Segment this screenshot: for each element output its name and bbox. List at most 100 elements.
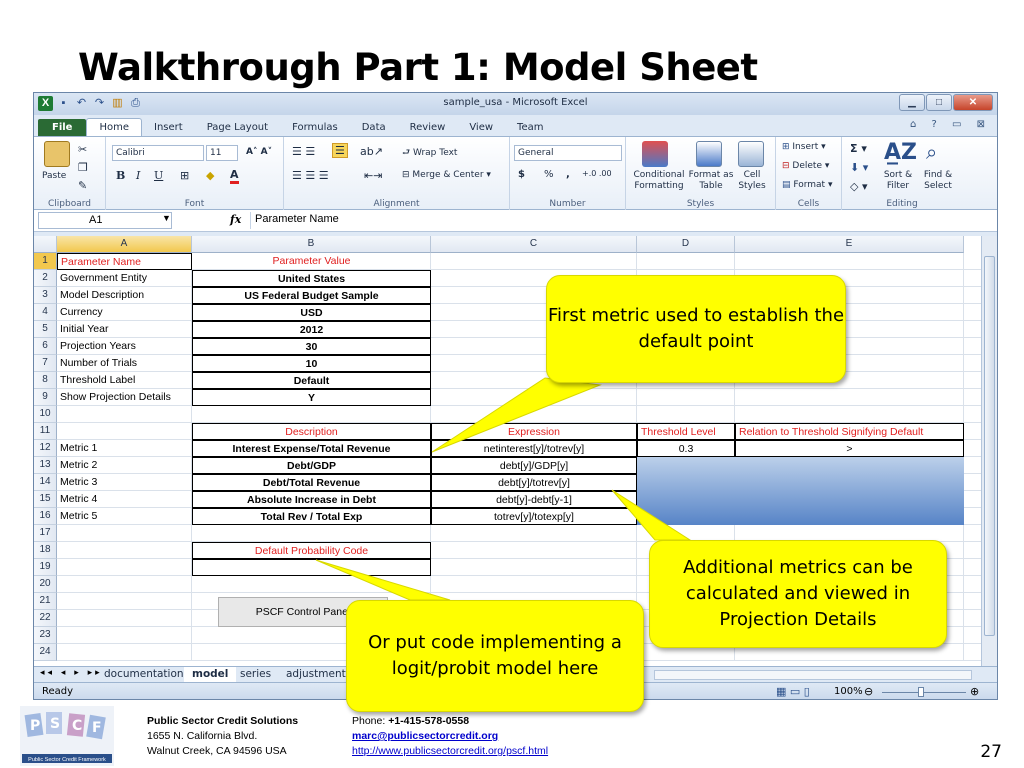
zoom-in-icon[interactable]: ⊕ <box>970 685 979 698</box>
scroll-thumb[interactable] <box>984 256 995 636</box>
website-link[interactable]: http://www.publicsectorcredit.org/pscf.h… <box>352 745 548 757</box>
column-header-e[interactable]: E <box>735 236 964 253</box>
row-header-11[interactable]: 11 <box>34 423 57 440</box>
fx-icon[interactable]: fx <box>230 213 241 226</box>
view-mode-icons[interactable]: ▦ ▭ ▯ <box>776 685 810 698</box>
cell-c16[interactable]: totrev[y]/totexp[y] <box>431 508 637 525</box>
align-middle-icon[interactable]: ☰ <box>332 143 348 158</box>
cell-b14[interactable]: Debt/Total Revenue <box>192 474 431 491</box>
row-header-15[interactable]: 15 <box>34 491 57 508</box>
italic-button[interactable]: I <box>136 169 140 182</box>
cell-a6[interactable]: Projection Years <box>57 338 192 355</box>
row-header-14[interactable]: 14 <box>34 474 57 491</box>
cell-a1[interactable]: Parameter Name <box>57 253 192 270</box>
cell-b4[interactable]: USD <box>192 304 431 321</box>
cell-a3[interactable]: Model Description <box>57 287 192 304</box>
format-cells-button[interactable]: ▤ Format ▾ <box>782 180 832 190</box>
formula-input[interactable]: Parameter Name <box>250 212 983 229</box>
cell-b7[interactable]: 10 <box>192 355 431 372</box>
tab-review[interactable]: Review <box>398 119 458 136</box>
zoom-level[interactable]: 100% <box>834 686 863 697</box>
tab-insert[interactable]: Insert <box>142 119 195 136</box>
cell-c15[interactable]: debt[y]-debt[y-1] <box>431 491 637 508</box>
indent-icon[interactable]: ⇤⇥ <box>364 169 382 182</box>
grow-font-icon[interactable]: A˄ A˅ <box>246 147 272 157</box>
align-top-icon[interactable]: ☰ ☰ <box>292 145 315 158</box>
close-icon[interactable]: ✕ <box>953 94 993 111</box>
sort-filter-button[interactable]: Sort & Filter <box>878 170 918 192</box>
delete-cells-button[interactable]: ⊟ Delete ▾ <box>782 161 829 171</box>
conditional-formatting-icon[interactable] <box>642 141 668 167</box>
row-header-23[interactable]: 23 <box>34 627 57 644</box>
horizontal-scrollbar[interactable] <box>654 670 972 680</box>
cell-b18[interactable]: Default Probability Code <box>192 542 431 559</box>
cell-d12[interactable]: 0.3 <box>637 440 735 457</box>
column-header-b[interactable]: B <box>192 236 431 253</box>
format-painter-icon[interactable]: ✎ <box>78 179 87 192</box>
align-left-icon[interactable]: ☰ ☰ ☰ <box>292 169 329 182</box>
cell-b9[interactable]: Y <box>192 389 431 406</box>
row-header-3[interactable]: 3 <box>34 287 57 304</box>
merge-center-button[interactable]: ⊟ Merge & Center ▾ <box>402 170 491 180</box>
underline-button[interactable]: U <box>154 169 163 182</box>
fill-icon[interactable]: ⬇ ▾ <box>850 161 868 174</box>
cell-e12[interactable]: > <box>735 440 964 457</box>
paste-button[interactable]: Paste <box>42 171 66 181</box>
find-select-button[interactable]: Find & Select <box>918 170 958 192</box>
cell-b16[interactable]: Total Rev / Total Exp <box>192 508 431 525</box>
currency-button[interactable]: $ <box>518 169 525 180</box>
borders-icon[interactable]: ⊞ <box>180 169 189 182</box>
find-select-icon[interactable]: ⌕ <box>926 140 937 164</box>
row-header-21[interactable]: 21 <box>34 593 57 610</box>
cut-icon[interactable]: ✂ <box>78 143 87 156</box>
cell-b1[interactable]: Parameter Value <box>192 253 431 270</box>
zoom-slider[interactable] <box>882 692 966 693</box>
cell-c13[interactable]: debt[y]/GDP[y] <box>431 457 637 474</box>
cell-a2[interactable]: Government Entity <box>57 270 192 287</box>
cell-c12[interactable]: netinterest[y]/totrev[y] <box>431 440 637 457</box>
cell-e11[interactable]: Relation to Threshold Signifying Default <box>735 423 964 440</box>
cell-a5[interactable]: Initial Year <box>57 321 192 338</box>
zoom-out-icon[interactable]: ⊖ <box>864 685 873 698</box>
name-box[interactable]: A1 <box>38 212 172 229</box>
minimize-icon[interactable]: ▁ <box>899 94 925 111</box>
cell-a9[interactable]: Show Projection Details <box>57 389 192 406</box>
row-header-1[interactable]: 1 <box>34 253 57 270</box>
row-header-22[interactable]: 22 <box>34 610 57 627</box>
tab-home[interactable]: Home <box>86 118 142 136</box>
font-name-select[interactable]: Calibri <box>112 145 204 161</box>
tab-file[interactable]: File <box>38 119 87 136</box>
cell-b19[interactable] <box>192 559 431 576</box>
cell-b11[interactable]: Description <box>192 423 431 440</box>
wrap-text-button[interactable]: ⮐ Wrap Text <box>402 145 457 161</box>
sort-filter-icon[interactable]: A̲Z <box>884 140 917 165</box>
row-header-19[interactable]: 19 <box>34 559 57 576</box>
cell-b6[interactable]: 30 <box>192 338 431 355</box>
sheet-tab-series[interactable]: series <box>232 667 279 682</box>
column-header-a[interactable]: A <box>57 236 192 253</box>
number-format-select[interactable]: General <box>514 145 622 161</box>
paste-icon[interactable] <box>44 141 70 167</box>
cell-styles-button[interactable]: Cell Styles <box>734 170 770 192</box>
row-header-17[interactable]: 17 <box>34 525 57 542</box>
column-header-d[interactable]: D <box>637 236 735 253</box>
cell-a12[interactable]: Metric 1 <box>57 440 192 457</box>
cell-b3[interactable]: US Federal Budget Sample <box>192 287 431 304</box>
row-header-7[interactable]: 7 <box>34 355 57 372</box>
zoom-slider-thumb[interactable] <box>918 687 924 697</box>
format-as-table-button[interactable]: Format as Table <box>688 170 734 192</box>
name-box-dropdown-icon[interactable]: ▼ <box>162 213 171 223</box>
cell-c14[interactable]: debt[y]/totrev[y] <box>431 474 637 491</box>
email-link[interactable]: marc@publicsectorcredit.org <box>352 730 498 742</box>
maximize-icon[interactable]: □ <box>926 94 952 111</box>
row-header-2[interactable]: 2 <box>34 270 57 287</box>
row-header-6[interactable]: 6 <box>34 338 57 355</box>
cell-d11[interactable]: Threshold Level <box>637 423 735 440</box>
cell-a7[interactable]: Number of Trials <box>57 355 192 372</box>
cell-a8[interactable]: Threshold Label <box>57 372 192 389</box>
tab-view[interactable]: View <box>457 119 505 136</box>
cell-b15[interactable]: Absolute Increase in Debt <box>192 491 431 508</box>
fill-color-icon[interactable]: ◆ <box>206 169 214 182</box>
row-header-24[interactable]: 24 <box>34 644 57 661</box>
cell-c11[interactable]: Expression <box>431 423 637 440</box>
